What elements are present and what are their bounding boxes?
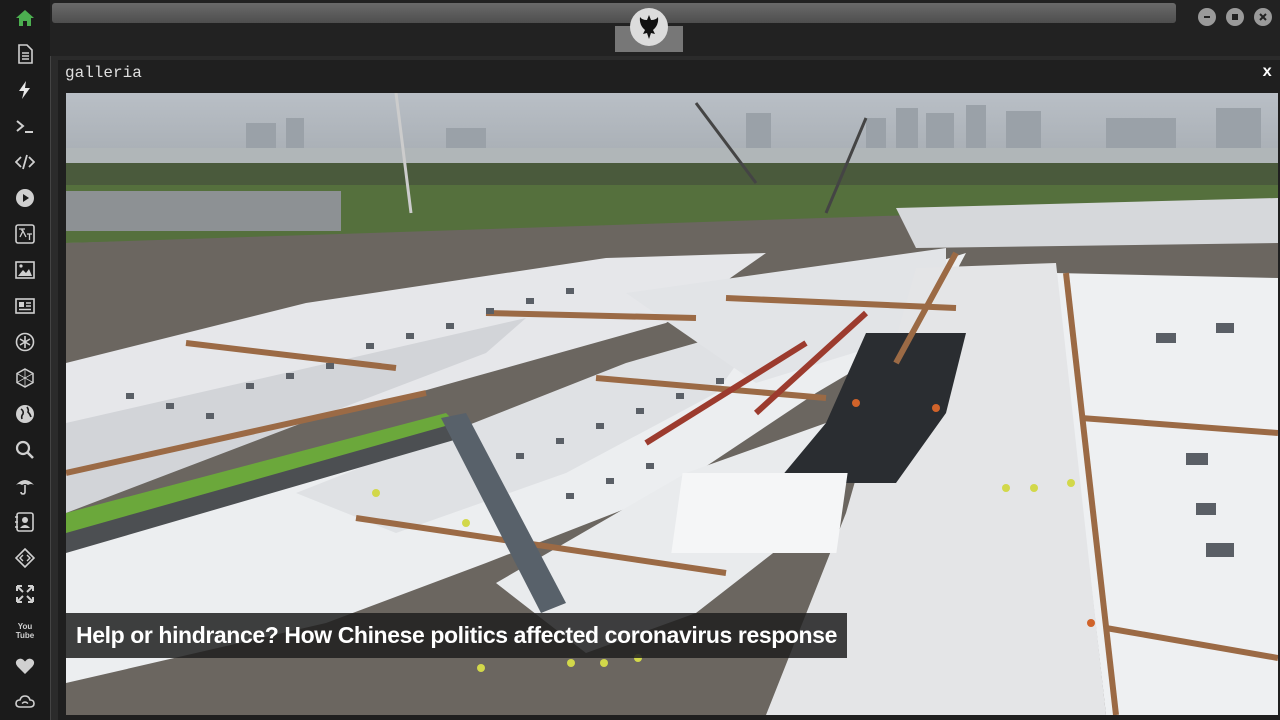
maximize-icon[interactable] xyxy=(1226,8,1244,26)
title-bar xyxy=(52,3,1176,23)
code-icon[interactable] xyxy=(13,150,37,174)
search-icon[interactable] xyxy=(13,438,37,462)
image-caption: Help or hindrance? How Chinese politics … xyxy=(66,613,847,658)
diamond-code-icon[interactable] xyxy=(13,546,37,570)
youtube-icon[interactable]: You Tube xyxy=(13,618,37,642)
panel-title: galleria xyxy=(65,64,142,82)
newspaper-icon[interactable] xyxy=(13,294,37,318)
translate-icon[interactable] xyxy=(13,222,37,246)
gallery-image[interactable]: Help or hindrance? How Chinese politics … xyxy=(66,93,1278,715)
hexagon-icon[interactable] xyxy=(13,366,37,390)
expand-icon[interactable] xyxy=(13,582,37,606)
image-icon[interactable] xyxy=(13,258,37,282)
contact-card-icon[interactable] xyxy=(13,510,37,534)
lightning-icon[interactable] xyxy=(13,78,37,102)
gallery-panel: galleria x Help or hindrance? How Chines… xyxy=(58,60,1280,720)
minimize-icon[interactable] xyxy=(1198,8,1216,26)
asterisk-icon[interactable] xyxy=(13,330,37,354)
play-icon[interactable] xyxy=(13,186,37,210)
cloud-icon[interactable] xyxy=(13,690,37,714)
document-icon[interactable] xyxy=(13,42,37,66)
heart-icon[interactable] xyxy=(13,654,37,678)
globe-icon[interactable] xyxy=(13,402,37,426)
close-icon[interactable] xyxy=(1254,8,1272,26)
terminal-icon[interactable] xyxy=(13,114,37,138)
svg-text:Tube: Tube xyxy=(16,631,35,640)
home-icon[interactable] xyxy=(13,6,37,30)
panel-close-button[interactable]: x xyxy=(1262,63,1272,81)
sidebar: You Tube xyxy=(0,0,51,720)
umbrella-icon[interactable] xyxy=(13,474,37,498)
svg-text:You: You xyxy=(18,622,33,631)
rebel-alliance-icon[interactable] xyxy=(630,8,668,46)
